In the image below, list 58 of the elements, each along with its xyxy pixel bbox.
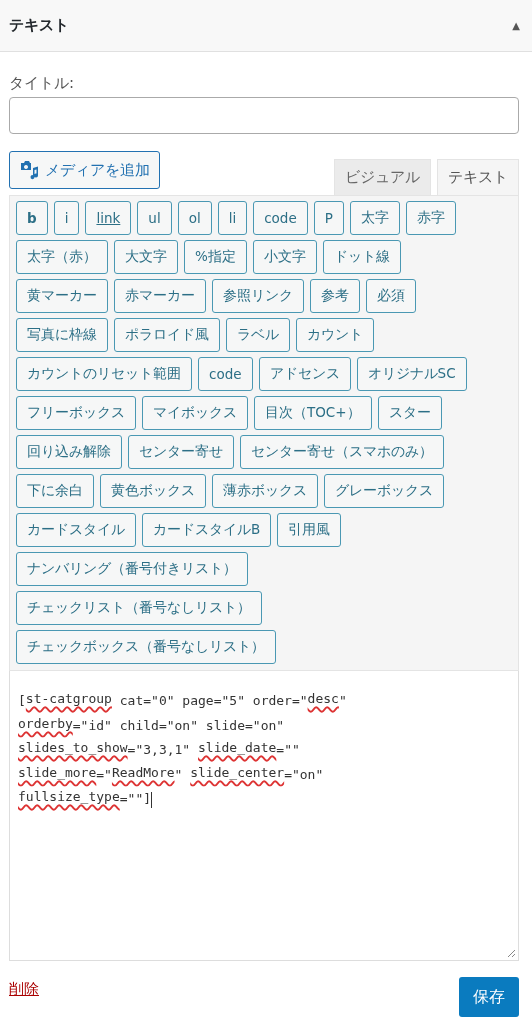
quicktag-button[interactable]: ul bbox=[137, 201, 172, 235]
quicktag-button[interactable]: カウント bbox=[296, 318, 374, 352]
quicktag-button[interactable]: %指定 bbox=[184, 240, 247, 274]
quicktag-button[interactable]: li bbox=[217, 201, 248, 235]
media-icon bbox=[19, 160, 39, 180]
quicktag-button[interactable]: ラベル bbox=[226, 318, 290, 352]
resize-handle-icon[interactable] bbox=[506, 948, 516, 958]
quicktag-button[interactable]: ナンバリング（番号付きリスト） bbox=[16, 552, 248, 586]
quicktag-button[interactable]: ポラロイド風 bbox=[114, 318, 220, 352]
quicktag-button[interactable]: マイボックス bbox=[142, 396, 248, 430]
quicktag-button[interactable]: 引用風 bbox=[277, 513, 342, 547]
quicktag-button[interactable]: スター bbox=[377, 396, 442, 430]
quicktag-button[interactable]: オリジナルSC bbox=[356, 357, 467, 391]
quicktag-button[interactable]: b bbox=[16, 201, 48, 235]
quicktag-button[interactable]: 赤字 bbox=[405, 201, 456, 235]
quicktag-button[interactable]: code bbox=[198, 357, 253, 391]
quicktag-button[interactable]: P bbox=[313, 201, 344, 235]
shortcode-text: [st-catgroup cat="0" page="5" order="desc" orderby="id" child="on" slide="on" slides_to_show="3,3,1" slide_date="" slide_more="ReadMore" slide_center="on" fullsize_type=""] bbox=[18, 690, 348, 810]
quicktag-button[interactable]: 太字（赤） bbox=[16, 240, 108, 274]
quicktag-button[interactable]: 目次（TOC+） bbox=[254, 396, 372, 430]
quicktag-button[interactable]: 参考 bbox=[310, 279, 360, 313]
editor-tab[interactable]: ビジュアル bbox=[334, 159, 431, 195]
title-field[interactable] bbox=[9, 97, 519, 134]
quicktag-button[interactable]: 写真に枠線 bbox=[16, 318, 108, 352]
quicktag-button[interactable]: チェックリスト（番号なしリスト） bbox=[16, 591, 262, 625]
quicktag-button[interactable]: グレーボックス bbox=[324, 474, 444, 508]
quicktag-button[interactable]: 大文字 bbox=[114, 240, 178, 274]
widget-title: テキスト bbox=[9, 16, 69, 35]
quicktag-button[interactable]: フリーボックス bbox=[16, 396, 136, 430]
quicktag-button[interactable]: 小文字 bbox=[252, 240, 317, 274]
quicktag-button[interactable]: link bbox=[85, 201, 132, 235]
quicktag-button[interactable]: チェックボックス（番号なしリスト） bbox=[16, 630, 276, 664]
quicktag-button[interactable]: 参照リンク bbox=[212, 279, 304, 313]
quicktag-button[interactable]: ol bbox=[177, 201, 212, 235]
add-media-button[interactable]: メディアを追加 bbox=[9, 151, 160, 189]
quicktag-button[interactable]: カードスタイル bbox=[16, 513, 136, 547]
editor-tab[interactable]: テキスト bbox=[437, 159, 519, 195]
quicktag-button[interactable]: ドット線 bbox=[322, 240, 401, 274]
quicktag-button[interactable]: アドセンス bbox=[258, 357, 351, 391]
quicktag-button[interactable]: センター寄せ bbox=[128, 435, 234, 469]
quicktag-button[interactable]: 太字 bbox=[349, 201, 400, 235]
collapse-toggle[interactable]: ▲ bbox=[512, 20, 520, 31]
text-editor[interactable]: [st-catgroup cat="0" page="5" order="desc" orderby="id" child="on" slide="on" slides_to_show="3,3,1" slide_date="" slide_more="ReadMore" slide_center="on" fullsize_type=""] bbox=[9, 671, 519, 961]
quicktag-button[interactable]: センター寄せ（スマホのみ） bbox=[240, 435, 444, 469]
quicktag-button[interactable]: 薄赤ボックス bbox=[212, 474, 318, 508]
quicktag-button[interactable]: 回り込み解除 bbox=[16, 435, 122, 469]
delete-link[interactable]: 削除 bbox=[9, 980, 39, 999]
quicktag-button[interactable]: カードスタイルB bbox=[142, 513, 272, 547]
quicktag-button[interactable]: カウントのリセット範囲 bbox=[16, 357, 192, 391]
quicktag-button[interactable]: 必須 bbox=[366, 279, 416, 313]
quicktag-button[interactable]: code bbox=[253, 201, 308, 235]
quicktag-button[interactable]: 下に余白 bbox=[16, 474, 94, 508]
quicktag-button[interactable]: i bbox=[53, 201, 80, 235]
save-button[interactable]: 保存 bbox=[459, 977, 519, 1017]
quicktag-button[interactable]: 黄色ボックス bbox=[100, 474, 206, 508]
quicktag-button[interactable]: 赤マーカー bbox=[114, 279, 206, 313]
title-label: タイトル: bbox=[9, 74, 76, 93]
quicktag-button[interactable]: 黄マーカー bbox=[16, 279, 108, 313]
